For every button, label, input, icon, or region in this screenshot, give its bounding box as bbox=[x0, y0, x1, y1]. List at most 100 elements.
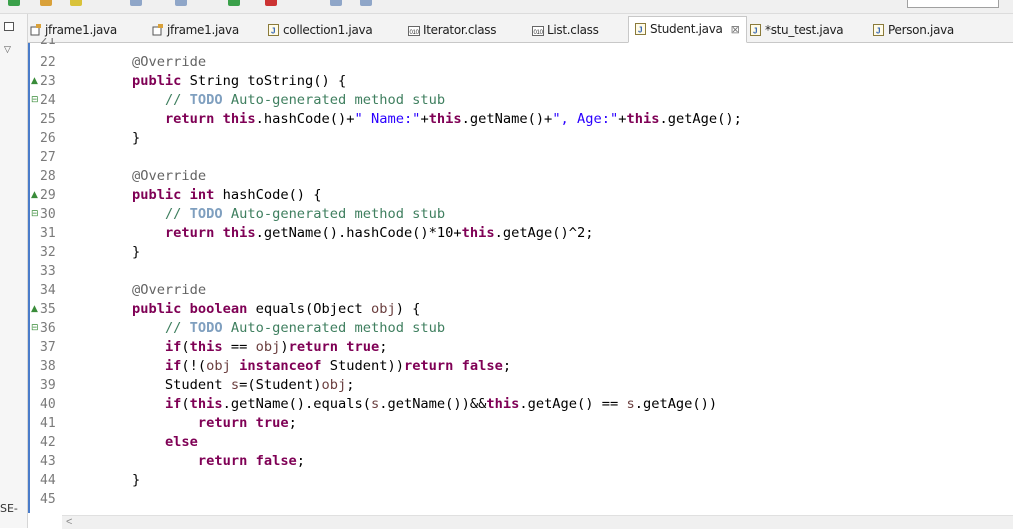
tab-student-java[interactable]: J Student.java ⊠ bbox=[628, 16, 747, 43]
code-line[interactable]: // TODO Auto-generated method stub bbox=[99, 205, 445, 224]
code-line[interactable]: if(this == obj)return true; bbox=[99, 338, 388, 357]
code-line[interactable]: @Override bbox=[99, 53, 206, 72]
code-token: String toString() { bbox=[181, 73, 347, 89]
code-line[interactable]: if(!(obj instanceof Student))return fals… bbox=[99, 357, 511, 376]
svg-text:J: J bbox=[638, 26, 642, 35]
svg-text:J: J bbox=[271, 27, 275, 36]
side-panel: ▽ SE- bbox=[0, 14, 28, 528]
debug-icon[interactable] bbox=[40, 0, 52, 6]
code-line[interactable]: // TODO Auto-generated method stub bbox=[99, 319, 445, 338]
code-token: true bbox=[346, 339, 380, 355]
override-marker-icon: ▲ bbox=[31, 76, 38, 86]
code-line[interactable]: return true; bbox=[99, 414, 297, 433]
java-file-icon bbox=[30, 24, 41, 36]
code-token: TODO bbox=[189, 92, 223, 108]
code-token: true bbox=[255, 415, 289, 431]
code-line[interactable]: else bbox=[99, 433, 198, 452]
new-icon[interactable] bbox=[130, 0, 142, 6]
code-line[interactable]: @Override bbox=[99, 167, 206, 186]
open-icon[interactable] bbox=[175, 0, 187, 6]
code-line[interactable]: } bbox=[99, 129, 140, 148]
tab-collection1-java[interactable]: Jcollection1.java bbox=[268, 18, 373, 42]
refresh-icon[interactable] bbox=[228, 0, 240, 6]
code-line[interactable]: return false; bbox=[99, 452, 305, 471]
code-token: false bbox=[461, 358, 503, 374]
class-file-icon: 010 bbox=[532, 24, 544, 36]
override-marker-icon: ▲ bbox=[31, 304, 38, 314]
code-line[interactable]: // TODO Auto-generated method stub bbox=[99, 91, 445, 110]
code-token: =(Student) bbox=[239, 377, 322, 393]
back-icon[interactable] bbox=[330, 0, 342, 6]
code-token: public bbox=[131, 73, 182, 89]
tab-list-class[interactable]: 010 List.class bbox=[532, 18, 599, 42]
code-token: s bbox=[370, 396, 380, 412]
fold-toggle-icon[interactable]: ⊟ bbox=[31, 319, 39, 338]
tab-person-java[interactable]: J Person.java bbox=[873, 18, 954, 42]
forward-icon[interactable] bbox=[360, 0, 372, 6]
code-token: boolean bbox=[189, 301, 248, 317]
code-token: s bbox=[230, 377, 240, 393]
scroll-left-icon[interactable]: < bbox=[66, 516, 72, 528]
code-token: instanceof bbox=[239, 358, 322, 374]
close-tab-icon[interactable]: ⊠ bbox=[731, 23, 740, 36]
code-token: Student bbox=[99, 377, 231, 393]
code-token: .getAge()) bbox=[634, 396, 718, 412]
code-line[interactable]: public String toString() { bbox=[99, 72, 346, 91]
code-token: Auto-generated method stub bbox=[222, 92, 446, 108]
run-icon[interactable] bbox=[8, 0, 20, 6]
code-token: @Override bbox=[131, 54, 207, 70]
minimize-icon[interactable] bbox=[4, 22, 14, 31]
tab-iterator-class[interactable]: 010 Iterator.class bbox=[408, 18, 497, 42]
tab-stu-test-java[interactable]: J *stu_test.java bbox=[750, 18, 844, 42]
code-line[interactable]: public boolean equals(Object obj) { bbox=[99, 300, 420, 319]
code-token: this bbox=[189, 339, 223, 355]
code-editor[interactable]: @Override public String toString() { // … bbox=[62, 43, 1013, 515]
quick-access-input[interactable] bbox=[907, 0, 999, 8]
fold-toggle-icon[interactable]: ⊟ bbox=[31, 91, 39, 110]
code-token: this bbox=[626, 111, 660, 127]
code-line[interactable]: Student s=(Student)obj; bbox=[99, 376, 355, 395]
tab-jframe1-java[interactable]: jframe1.java bbox=[152, 18, 239, 42]
code-line[interactable]: } bbox=[99, 471, 140, 490]
code-token: Student)) bbox=[321, 358, 404, 374]
code-line[interactable]: @Override bbox=[99, 281, 206, 300]
svg-text:J: J bbox=[876, 27, 880, 36]
editor-tab-bar: jframe1.java jframe1.java Jcollection1.jav… bbox=[28, 14, 1013, 43]
code-line[interactable]: public int hashCode() { bbox=[99, 186, 322, 205]
code-token: + bbox=[420, 111, 429, 127]
java-source-icon: J bbox=[635, 23, 646, 35]
code-token: return bbox=[288, 339, 339, 355]
svg-text:010: 010 bbox=[534, 30, 544, 36]
code-line[interactable]: } bbox=[99, 243, 140, 262]
line-number-gutter: 212223▲24⊟2526272829▲30⊟3132333435▲36⊟37… bbox=[30, 38, 62, 515]
horizontal-scrollbar[interactable]: < bbox=[62, 515, 1013, 529]
fold-toggle-icon[interactable]: ⊟ bbox=[31, 205, 39, 224]
build-icon[interactable] bbox=[70, 0, 82, 6]
code-token: ; bbox=[288, 415, 297, 431]
code-line[interactable]: return this.getName().hashCode()*10+this… bbox=[99, 224, 594, 243]
svg-text:010: 010 bbox=[410, 30, 420, 36]
code-token: return bbox=[164, 111, 215, 127]
stop-icon[interactable] bbox=[265, 0, 277, 6]
code-token: obj bbox=[206, 358, 231, 374]
code-token: .getAge(); bbox=[659, 111, 742, 127]
view-menu-icon[interactable]: ▽ bbox=[4, 44, 11, 55]
code-token: .getName()+ bbox=[461, 111, 553, 127]
code-line[interactable]: if(this.getName().equals(s.getName())&&t… bbox=[99, 395, 717, 414]
code-token: " Name:" bbox=[354, 111, 421, 127]
code-token: ; bbox=[502, 358, 512, 374]
code-line[interactable]: return this.hashCode()+" Name:"+this.get… bbox=[99, 110, 742, 129]
tab-label: jframe1.java bbox=[45, 23, 117, 37]
